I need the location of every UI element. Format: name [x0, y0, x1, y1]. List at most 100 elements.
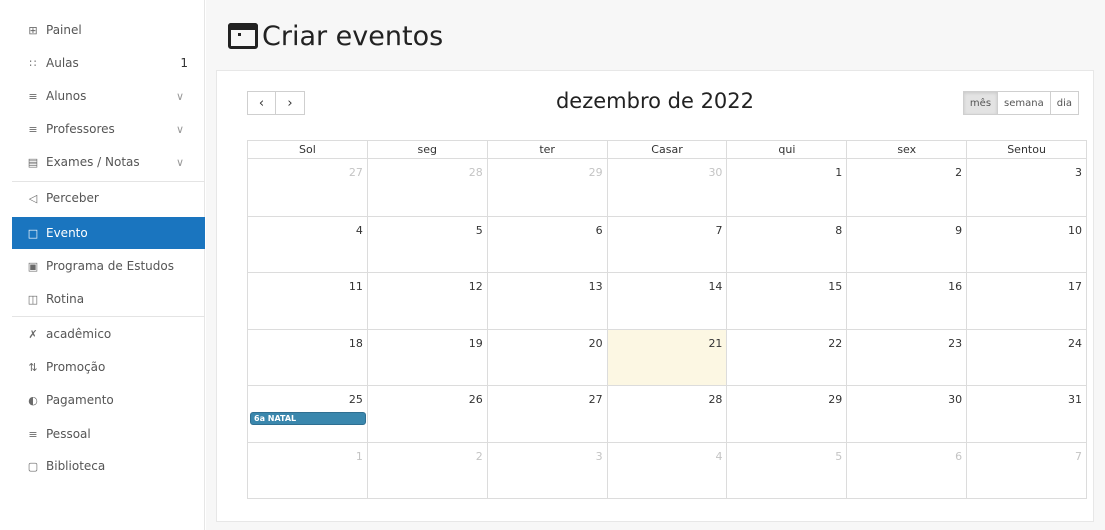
book-icon: ▢: [27, 459, 39, 473]
routine-icon: ◫: [27, 292, 39, 306]
day-cell[interactable]: 6: [846, 442, 966, 498]
sidebar-item-label: Painel: [46, 23, 82, 37]
day-cell[interactable]: 24: [966, 329, 1086, 385]
day-cell[interactable]: 27: [248, 159, 367, 216]
count-badge: 1: [180, 56, 188, 70]
day-cell[interactable]: 1: [726, 159, 846, 216]
day-number: 2: [955, 166, 963, 179]
day-cell[interactable]: 5: [726, 442, 846, 498]
sidebar-item-biblioteca[interactable]: ▢ Biblioteca: [26, 450, 196, 482]
sidebar-item-pagamento[interactable]: ◐ Pagamento: [26, 384, 196, 416]
day-cell[interactable]: 30: [606, 159, 727, 216]
sidebar-item-alunos[interactable]: ≡ Alunos ∨: [26, 80, 196, 112]
day-cell[interactable]: 6: [486, 216, 607, 272]
weekday-label: ter: [486, 141, 607, 158]
day-number: 9: [955, 223, 963, 237]
sidebar-item-promo-o[interactable]: ⇅ Promoção: [26, 351, 196, 383]
day-cell[interactable]: 7: [966, 442, 1086, 498]
view-week-button[interactable]: semana: [998, 91, 1051, 115]
sidebar-item-label: acadêmico: [46, 327, 112, 341]
sidebar-item-label: Alunos: [46, 89, 87, 103]
sidebar-item-acad-mico[interactable]: ✗ acadêmico: [26, 318, 196, 350]
day-cell[interactable]: 9: [846, 216, 966, 272]
day-number: 6: [955, 449, 963, 463]
day-cell[interactable]: 20: [486, 329, 607, 385]
day-cell[interactable]: 13: [486, 273, 607, 329]
day-number: 30: [948, 393, 963, 406]
day-cell[interactable]: 17: [966, 273, 1086, 329]
day-number: 19: [468, 336, 483, 350]
day-cell[interactable]: 30: [846, 386, 966, 442]
sidebar-item-perceber[interactable]: ◁ Perceber: [26, 182, 196, 214]
day-number: 28: [468, 166, 483, 179]
document-icon: ▤: [27, 155, 39, 169]
sidebar-item-professores[interactable]: ≡ Professores ∨: [26, 113, 196, 145]
view-switcher: mês semana dia: [962, 91, 1079, 115]
day-cell[interactable]: 18: [248, 330, 367, 386]
day-number: 23: [948, 336, 963, 350]
day-cell[interactable]: 3: [486, 442, 607, 498]
day-number: 6: [595, 223, 603, 237]
day-cell[interactable]: 2: [846, 159, 966, 216]
sidebar-item-label: Rotina: [46, 292, 85, 306]
sidebar-item-evento[interactable]: □ Evento: [12, 217, 205, 249]
day-cell[interactable]: 14: [606, 273, 727, 329]
day-cell[interactable]: 7: [606, 216, 727, 272]
day-cell[interactable]: 28: [606, 386, 727, 442]
day-cell[interactable]: 19: [366, 329, 487, 385]
day-cell[interactable]: 12: [366, 273, 487, 329]
day-cell[interactable]: 27: [486, 386, 607, 442]
sidebar-divider: [12, 181, 205, 182]
sidebar-item-pessoal[interactable]: ≡ Pessoal: [26, 418, 196, 450]
day-cell[interactable]: 23: [846, 329, 966, 385]
day-cell[interactable]: 29: [726, 386, 846, 442]
day-cell[interactable]: 1: [248, 443, 367, 499]
day-number: 21: [708, 336, 723, 350]
day-cell[interactable]: 26: [366, 386, 487, 442]
next-month-button[interactable]: ›: [276, 91, 305, 115]
weekday-label: Sentou: [966, 141, 1086, 158]
day-cell[interactable]: 4: [606, 442, 727, 498]
day-number: 16: [948, 280, 963, 293]
day-number: 2: [475, 449, 483, 463]
day-number: 5: [475, 223, 483, 237]
sidebar: ⊞ Painel ∷ Aulas 1 ≡ Alunos ∨ ≡ Professores ∨ ▤ Exam…: [0, 0, 205, 530]
day-cell[interactable]: 31: [966, 386, 1086, 442]
week-row: 18 19 20 21 22 23 24: [248, 328, 1086, 386]
sidebar-item-painel[interactable]: ⊞ Painel: [26, 14, 196, 46]
calendar-panel: dezembro de 2022 ‹ › mês semana dia Sol …: [216, 70, 1094, 522]
day-cell[interactable]: 16: [846, 273, 966, 329]
sidebar-item-rotina[interactable]: ◫ Rotina: [26, 283, 196, 315]
day-cell[interactable]: 25 6a NATAL: [248, 386, 367, 442]
day-cell[interactable]: 15: [726, 273, 846, 329]
sidebar-item-label: Programa de Estudos: [46, 259, 174, 273]
day-cell[interactable]: 11: [248, 273, 367, 329]
week-row: 4 5 6 7 8 9 10: [248, 215, 1086, 273]
day-cell[interactable]: 8: [726, 216, 846, 272]
calendar-event[interactable]: 6a NATAL: [250, 412, 366, 425]
week-row: 25 6a NATAL 26 27 28 29 30 31: [248, 385, 1086, 442]
day-cell[interactable]: 2: [366, 442, 487, 498]
day-cell[interactable]: 5: [366, 216, 487, 272]
day-number: 27: [588, 393, 603, 406]
weekday-header: Sol seg ter Casar qui sex Sentou: [248, 141, 1086, 159]
day-cell[interactable]: 28: [366, 159, 487, 216]
day-cell[interactable]: 10: [966, 216, 1086, 272]
megaphone-icon: ◁: [28, 191, 38, 205]
view-day-button[interactable]: dia: [1050, 91, 1079, 115]
day-cell[interactable]: 22: [726, 329, 846, 385]
page-title: Criar eventos: [262, 20, 444, 52]
sidebar-item-exames-notas[interactable]: ▤ Exames / Notas ∨: [26, 146, 196, 178]
day-cell[interactable]: 21: [606, 329, 727, 385]
prev-month-button[interactable]: ‹: [247, 91, 276, 115]
sidebar-item-programa-de-estudos[interactable]: ▣ Programa de Estudos: [26, 250, 196, 282]
sidebar-item-aulas[interactable]: ∷ Aulas 1: [26, 47, 196, 79]
weekday-label: Sol: [299, 143, 316, 156]
calendar-icon: □: [27, 226, 39, 240]
day-number: 20: [588, 336, 603, 350]
day-cell[interactable]: 3: [966, 159, 1086, 216]
day-cell[interactable]: 29: [486, 159, 607, 216]
day-number: 1: [355, 449, 363, 463]
view-month-button[interactable]: mês: [962, 91, 999, 115]
day-cell[interactable]: 4: [248, 217, 367, 273]
